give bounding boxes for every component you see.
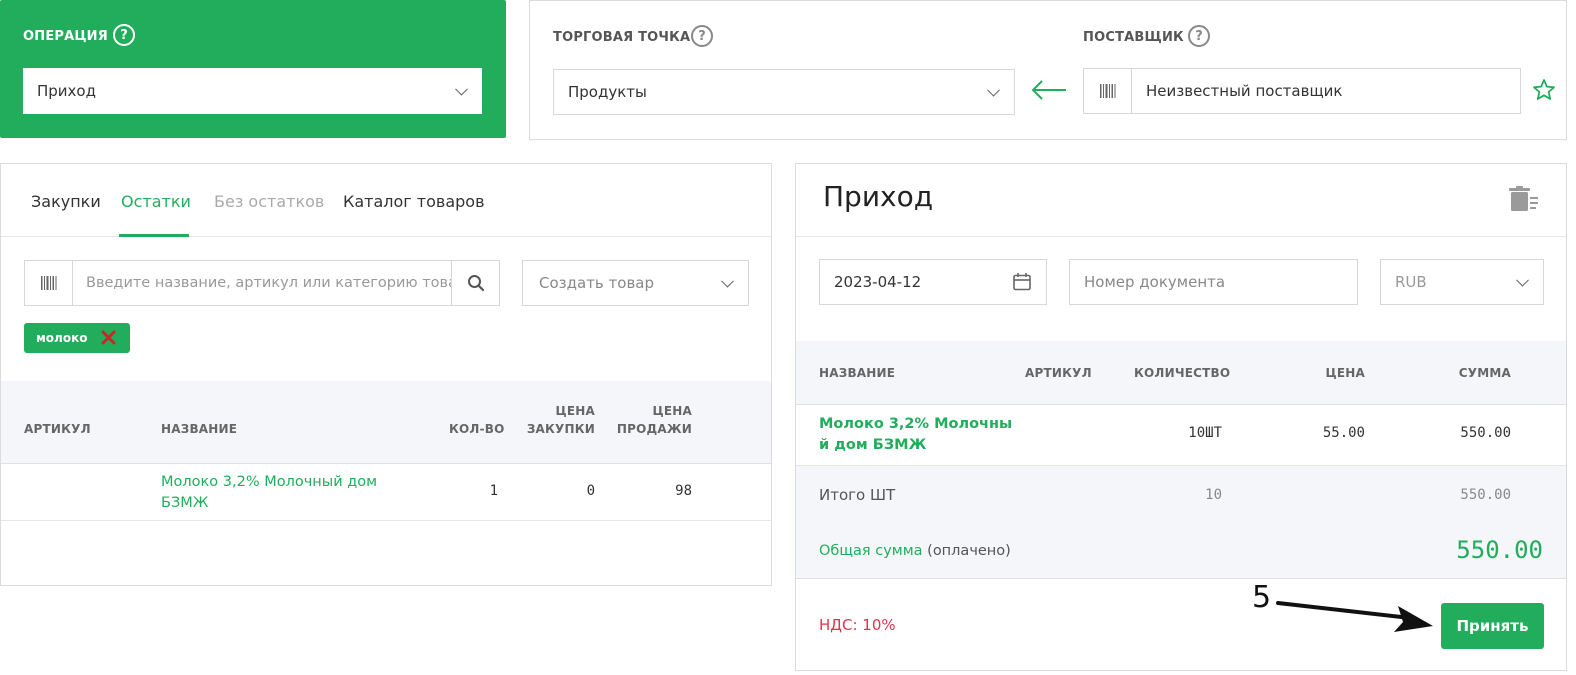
total-label: Итого ШТ [819,486,896,504]
supplier-help-icon[interactable]: ? [1188,25,1210,47]
stock-table-header: АРТИКУЛ НАЗВАНИЕ КОЛ-ВО ЦЕНА ЗАКУПКИ ЦЕНА… [1,381,771,464]
currency-value: RUB [1395,273,1427,291]
accept-button[interactable]: Принять [1441,603,1544,649]
supplier-label: ПОСТАВЩИК [1083,30,1184,45]
supplier-field[interactable]: Неизвестный поставщик [1083,68,1521,114]
row-buy-price: 0 [586,483,595,499]
date-value: 2023-04-12 [834,273,922,291]
clear-list-icon[interactable] [1509,186,1539,212]
product-search [24,260,500,306]
shop-select[interactable]: Продукты [553,69,1015,115]
barcode-icon[interactable] [1084,69,1132,113]
tab-no-stock[interactable]: Без остатков [214,192,324,211]
total-sum: 550.00 [1460,487,1511,503]
vat-rate[interactable]: НДС: 10% [819,616,896,634]
chevron-down-icon [721,274,734,288]
currency-select[interactable]: RUB [1380,259,1544,305]
operation-help-icon[interactable]: ? [113,24,135,46]
shop-label: ТОРГОВАЯ ТОЧКА [553,30,691,45]
annotation-arrow-icon [1276,601,1433,632]
operation-panel: ОПЕРАЦИЯ ? Приход [0,0,506,138]
table-row[interactable]: Молоко 3,2% Молочный дом БЗМЖ 1 0 98 [1,464,771,521]
create-product-label: Создать товар [539,274,655,292]
col-article: АРТИКУЛ [1025,366,1092,380]
col-quantity: КОЛИЧЕСТВО [1134,366,1231,380]
search-button[interactable] [451,261,499,305]
grand-total-sum: 550.00 [1456,536,1543,564]
star-icon[interactable] [1532,78,1556,102]
chevron-down-icon [987,83,1000,97]
filter-chip[interactable]: молоко [24,323,130,353]
col-price: ЦЕНА [1325,366,1365,380]
col-buy-price: ЦЕНА ЗАКУПКИ [526,404,595,436]
document-number-input[interactable] [1069,259,1358,305]
chevron-down-icon [1516,273,1529,287]
annotation-step-number: 5 [1252,580,1272,615]
products-card: Закупки Остатки Без остатков Каталог тов… [0,163,772,586]
receipt-card: Приход 2023-04-12 RUB НАЗВАНИЕ АРТИКУЛ К… [795,163,1567,671]
col-name: НАЗВАНИЕ [819,366,896,380]
filter-chip-label: молоко [36,331,88,345]
col-sell-price: ЦЕНА ПРОДАЖИ [616,404,692,436]
operation-select[interactable]: Приход [23,68,482,114]
shop-selected-value: Продукты [568,83,647,101]
shop-help-icon[interactable]: ? [691,25,713,47]
row-sell-price: 98 [675,483,692,499]
operation-label: ОПЕРАЦИЯ [23,29,108,44]
product-name-link[interactable]: Молоко 3,2% Молочны й дом БЗМЖ [819,414,1012,456]
active-tab-indicator [119,234,189,237]
product-name-link[interactable]: Молоко 3,2% Молочный дом БЗМЖ [161,472,377,514]
chevron-down-icon [455,82,468,96]
row-qty: 1 [489,483,498,499]
col-qty: КОЛ-ВО [449,422,505,436]
col-name: НАЗВАНИЕ [161,422,238,436]
tab-catalog[interactable]: Каталог товаров [343,192,485,211]
tab-purchases[interactable]: Закупки [31,192,101,211]
grand-total-label: Общая сумма (оплачено) [819,543,1011,559]
search-icon [467,275,484,292]
tabs-divider [1,236,771,237]
remove-filter-icon[interactable] [100,329,117,346]
table-row[interactable]: Молоко 3,2% Молочны й дом БЗМЖ 10ШТ 55.00… [796,405,1566,466]
receipt-table-header: НАЗВАНИЕ АРТИКУЛ КОЛИЧЕСТВО ЦЕНА СУММА [796,341,1566,405]
row-quantity[interactable]: 10ШТ [1188,425,1222,441]
search-input[interactable] [73,261,451,305]
col-sum: СУММА [1458,366,1511,380]
col-article: АРТИКУЛ [24,422,91,436]
date-field[interactable]: 2023-04-12 [819,259,1047,305]
create-product-select[interactable]: Создать товар [522,260,749,306]
operation-selected-value: Приход [37,82,96,100]
calendar-icon[interactable] [1012,272,1032,292]
supplier-value: Неизвестный поставщик [1146,82,1343,100]
row-price[interactable]: 55.00 [1323,425,1365,441]
row-sum: 550.00 [1460,425,1511,441]
arrow-left-icon [1031,80,1066,100]
receipt-totals: Итого ШТ 10 550.00 Общая сумма (оплачено… [796,466,1566,579]
receipt-divider [796,236,1566,237]
tab-stock[interactable]: Остатки [121,192,191,211]
barcode-icon[interactable] [25,261,73,305]
receipt-title: Приход [823,180,934,213]
total-qty: 10 [1205,487,1222,503]
